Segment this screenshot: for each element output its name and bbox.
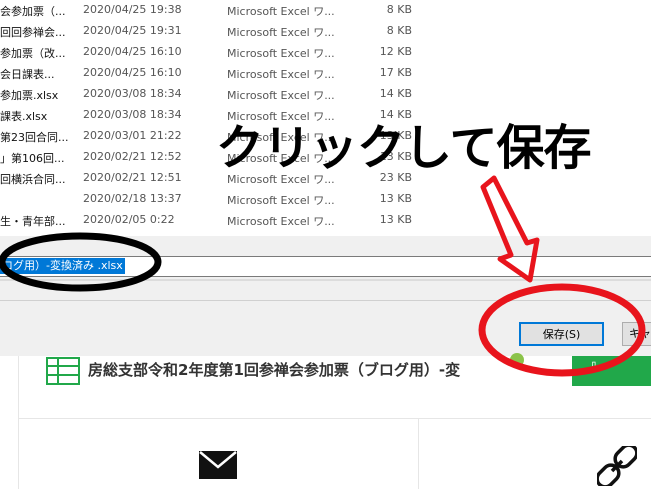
file-date: 2020/04/25 19:38 [83,3,182,16]
file-size: 8 KB [386,24,412,37]
cancel-button[interactable]: キャンセル [622,322,651,346]
file-name: 課表.xlsx [0,110,48,123]
file-name: 会日課表... [0,68,55,81]
link-icon[interactable] [597,446,637,486]
file-name: 第23回合同... [0,131,69,144]
file-type: Microsoft Excel ワ... [227,194,335,207]
file-size: 17 KB [379,66,412,79]
file-size: 13 KB [379,213,412,226]
save-button[interactable]: 保存(S) [519,322,604,346]
file-size: 14 KB [379,87,412,100]
file-row[interactable]: 参加票（改... 2020/04/25 16:10 Microsoft Excel … [0,42,651,63]
divider [0,279,651,281]
file-size: 8 KB [386,3,412,16]
file-name: 参加票（改... [0,47,66,60]
file-size: 12 KB [379,45,412,58]
file-date: 2020/04/25 19:31 [83,24,182,37]
badge-icon [510,353,524,367]
file-row[interactable]: 参加票.xlsx 2020/03/08 18:34 Microsoft Excel … [0,84,651,105]
divider [18,356,19,489]
file-date: 2020/02/05 0:22 [83,213,175,226]
file-date: 2020/03/08 18:34 [83,108,182,121]
file-date: 2020/03/01 21:22 [83,129,182,142]
attachment-title[interactable]: 房総支部令和2年度第1回参禅会参加票（ブログ用）-変 [88,359,460,380]
file-row[interactable]: 会参加票（... 2020/04/25 19:38 Microsoft Excel … [0,0,651,21]
file-name: 」第106回... [0,152,65,165]
file-type: Microsoft Excel ワ... [227,68,335,81]
file-date: 2020/02/21 12:52 [83,150,182,163]
file-date: 2020/03/08 18:34 [83,87,182,100]
file-date: 2020/02/21 12:51 [83,171,182,184]
file-type: Microsoft Excel ワ... [227,89,335,102]
file-name: 生・青年部... [0,215,66,228]
file-type: Microsoft Excel ワ... [227,215,335,228]
filename-selection[interactable]: ログ用）-変換済み .xlsx [0,258,125,274]
file-name: 会参加票（... [0,5,66,18]
file-row[interactable]: 会日課表... 2020/04/25 16:10 Microsoft Excel ワ… [0,63,651,84]
file-size: 13 KB [379,192,412,205]
file-date: 2020/02/18 13:37 [83,192,182,205]
divider [18,418,651,419]
mail-icon[interactable] [199,451,237,479]
excel-file-icon [46,357,80,385]
file-type: Microsoft Excel ワ... [227,26,335,39]
file-row[interactable]: 2020/02/18 13:37 Microsoft Excel ワ... 13 K… [0,189,651,210]
file-date: 2020/04/25 16:10 [83,66,182,79]
annotation-caption: クリックして保存 [216,120,592,176]
file-name: 回回参禅会... [0,26,66,39]
divider [0,300,651,301]
filename-field[interactable]: ログ用）-変換済み .xlsx [0,256,651,277]
file-row[interactable]: 生・青年部... 2020/02/05 0:22 Microsoft Excel ワ… [0,210,651,231]
file-type: Microsoft Excel ワ... [227,47,335,60]
file-name: 参加票.xlsx [0,89,59,102]
file-type: Microsoft Excel ワ... [227,5,335,18]
download-button[interactable]: ⇩ [572,356,651,386]
file-row[interactable]: 回回参禅会... 2020/04/25 19:31 Microsoft Excel … [0,21,651,42]
divider [418,418,419,489]
file-name: 回横浜合同... [0,173,66,186]
file-date: 2020/04/25 16:10 [83,45,182,58]
download-icon: ⇩ [588,360,600,376]
